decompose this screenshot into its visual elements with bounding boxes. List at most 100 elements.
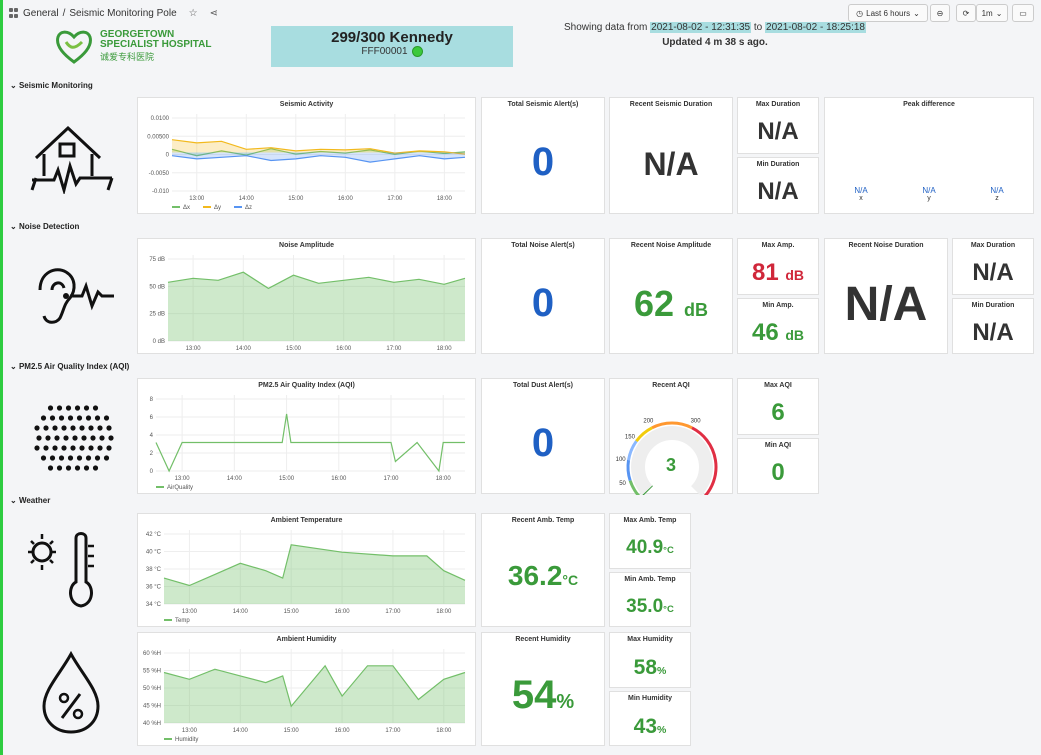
dust-dot [94,415,101,421]
recent-noise-amplitude-panel[interactable]: Recent Noise Amplitude 62 dB [609,238,733,354]
y-tick-label: 55 %H [143,669,161,675]
recent-hum-unit: % [556,691,575,713]
min-temp-value: 35.0°C [610,596,690,618]
noise-min-duration-panel[interactable]: Min Duration N/A [952,298,1034,354]
total-seismic-alerts-value: 0 [531,140,555,184]
total-dust-alerts-panel[interactable]: Total Dust Alert(s) 0 [481,378,605,494]
y-tick-label: 40 %H [143,721,161,727]
breadcrumb-folder[interactable]: General [23,8,59,19]
x-tick-label: 16:00 [335,728,351,734]
dust-dot [76,415,83,421]
max-temp-title: Max Amb. Temp [623,517,677,524]
star-icon[interactable]: ☆ [189,8,198,19]
ambient-humidity-panel[interactable]: Ambient Humidity 60 %H 55 %H 50 %H 45 %H 40 … [137,632,476,746]
max-temp-panel[interactable]: Max Amb. Temp 40.9°C [609,513,691,569]
dust-dot [58,455,65,461]
noise-max-duration-panel[interactable]: Max Duration N/A [952,238,1034,295]
max-amp-title: Max Amp. [761,242,795,249]
x-tick-label: 14:00 [233,728,249,734]
x-tick-label: 18:00 [436,609,452,615]
x-tick-label: 16:00 [331,476,347,482]
recent-temp-title: Recent Amb. Temp [511,517,575,524]
house-seismic-icon [30,125,114,194]
section-seismic[interactable]: ⌄ Seismic Monitoring [10,81,93,90]
x-tick-label: 16:00 [338,196,354,202]
total-seismic-alerts-panel[interactable]: Total Seismic Alert(s) 0 [481,97,605,214]
max-amp-panel[interactable]: Max Amp. 81 dB [737,238,819,295]
peak-difference-title: Peak difference [903,101,955,108]
seismic-max-duration-panel[interactable]: Max Duration N/A [737,97,819,154]
total-noise-alerts-title: Total Noise Alert(s) [511,242,575,249]
dust-dot [70,425,76,431]
ambient-temperature-panel[interactable]: Ambient Temperature 42 °C 40 °C 38 °C 36 °C… [137,513,476,627]
aqi-chart-panel[interactable]: PM2.5 Air Quality Index (AQI) 8 6 4 2 0 13:00… [137,378,476,494]
min-aqi-panel[interactable]: Min AQI 0 [737,438,819,494]
total-noise-alerts-panel[interactable]: Total Noise Alert(s) 0 [481,238,605,354]
section-weather[interactable]: ⌄ Weather [10,496,50,505]
total-dust-alerts-value: 0 [531,421,555,465]
dust-dot [54,435,60,441]
dust-dot [49,415,56,421]
y-tick-label: 0 [150,469,154,475]
recent-aqi-panel[interactable]: Recent AQI 050100150200300500 3 [609,378,733,495]
legend-label: Humidity [175,737,198,743]
section-aqi[interactable]: ⌄ PM2.5 Air Quality Index (AQI) [10,362,129,371]
dust-dot [103,415,110,421]
recent-temp-unit: °C [562,572,579,588]
status-dot-icon [411,46,423,57]
total-noise-alerts-value: 0 [531,281,555,325]
min-temp-title: Min Amb. Temp [624,576,676,583]
peak-difference-panel[interactable]: Peak difference N/A x N/A y N/A z [824,97,1034,214]
max-aqi-panel[interactable]: Max AQI 6 [737,378,819,435]
section-weather-label: Weather [18,496,51,505]
aqi-gauge: 050100150200300500 [616,419,718,495]
recent-seismic-duration-panel[interactable]: Recent Seismic Duration N/A [609,97,733,214]
refresh-button[interactable]: ⟳ [956,4,976,22]
min-amp-panel[interactable]: Min Amp. 46 dB [737,298,819,354]
recent-temp-panel[interactable]: Recent Amb. Temp 36.2°C [481,513,605,627]
max-humidity-panel[interactable]: Max Humidity 58% [609,632,691,688]
x-tick-label: 18:00 [436,476,452,482]
refresh-interval-picker[interactable]: 1m ⌄ [976,4,1008,22]
share-icon[interactable]: ⋖ [210,8,218,19]
dust-dot [34,425,40,431]
dust-dot [72,435,78,441]
peak-x-value: N/A [854,186,868,195]
max-amp-value: 81 dB [738,259,818,287]
breadcrumb-dashboard[interactable]: Seismic Monitoring Pole [69,8,176,19]
x-tick-label: 14:00 [233,609,249,615]
seismic-min-duration-panel[interactable]: Min Duration N/A [737,157,819,214]
clock-icon: ◷ [856,8,864,18]
min-amp-title: Min Amp. [762,302,794,309]
max-hum-value: 58% [610,656,690,680]
dust-dot [106,445,112,451]
min-humidity-panel[interactable]: Min Humidity 43% [609,691,691,746]
gauge-tick-label: 150 [625,434,636,440]
noise-min-duration-title: Min Duration [971,302,1015,309]
dust-dot [65,465,72,471]
noise-amplitude-chart: 75 dB 50 dB 25 dB 0 dB 13:00 14:00 15:00 16:00 1… [149,255,466,352]
section-noise[interactable]: ⌄ Noise Detection [10,222,79,231]
tv-mode-button[interactable]: ▭ [1012,4,1034,22]
ambient-humidity-chart: 60 %H 55 %H 50 %H 45 %H 40 %H 13:00 14:00 15:00… [143,649,466,743]
noise-amplitude-panel[interactable]: Noise Amplitude 75 dB 50 dB 25 dB 0 dB 13:00… [137,238,476,354]
dust-dot [79,445,85,451]
max-temp-number: 40.9 [626,537,664,558]
recent-noise-amp-title: Recent Noise Amplitude [630,242,712,249]
chevron-down-icon: ⌄ [913,8,920,18]
total-dust-alerts-title: Total Dust Alert(s) [513,382,573,389]
recent-noise-duration-panel[interactable]: Recent Noise Duration N/A [824,238,948,354]
recent-hum-value: 54% [482,673,604,718]
recent-humidity-panel[interactable]: Recent Humidity 54% [481,632,605,746]
peak-z-value: N/A [990,186,1004,195]
y-tick-label: 25 dB [149,312,165,318]
min-temp-panel[interactable]: Min Amb. Temp 35.0°C [609,572,691,627]
dust-dot [76,455,83,461]
range-to: 2021-08-02 - 18:25:18 [765,22,866,33]
zoom-out-button[interactable]: ⊖ [930,4,950,22]
time-range-picker[interactable]: ◷ Last 6 hours ⌄ [848,4,928,22]
legend-label: AirQuality [167,485,193,491]
dashboards-icon[interactable] [9,8,19,18]
seismic-activity-panel[interactable]: Seismic Activity 0.0100 0.00500 0 -0.0050 -0… [137,97,476,214]
peak-z: N/A z [982,186,1012,202]
